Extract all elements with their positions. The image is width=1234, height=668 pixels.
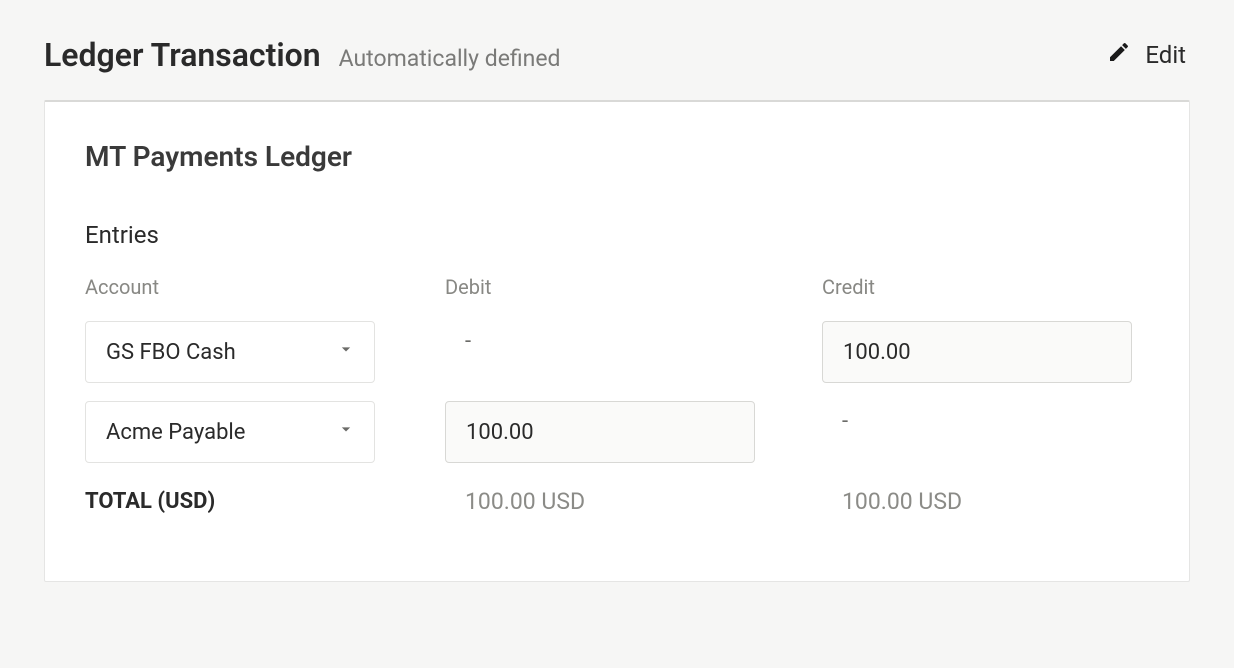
debit-input-value: 100.00	[466, 420, 534, 445]
chevron-down-icon	[336, 419, 356, 445]
edit-button-label: Edit	[1145, 41, 1186, 69]
account-select[interactable]: Acme Payable	[85, 401, 375, 463]
debit-input[interactable]: 100.00	[445, 401, 755, 463]
page-subtitle: Automatically defined	[339, 45, 561, 72]
credit-input[interactable]: 100.00	[822, 321, 1132, 383]
edit-button[interactable]: Edit	[1107, 40, 1190, 70]
column-header-account: Account	[85, 275, 395, 321]
credit-input-value: 100.00	[843, 340, 911, 365]
chevron-down-icon	[336, 339, 356, 365]
header: Ledger Transaction Automatically defined…	[0, 0, 1234, 100]
account-select[interactable]: GS FBO Cash	[85, 321, 375, 383]
entries-title: Entries	[85, 221, 1149, 249]
debit-value: -	[445, 321, 471, 354]
card-title: MT Payments Ledger	[85, 140, 1149, 173]
account-select-value: GS FBO Cash	[106, 340, 236, 365]
total-credit: 100.00 USD	[822, 488, 962, 515]
total-debit: 100.00 USD	[445, 488, 585, 515]
pencil-icon	[1107, 40, 1131, 70]
total-label: TOTAL (USD)	[85, 489, 215, 514]
page-title: Ledger Transaction	[44, 36, 321, 74]
ledger-card: MT Payments Ledger Entries Account Debit…	[44, 100, 1190, 582]
header-left: Ledger Transaction Automatically defined	[44, 36, 561, 74]
column-header-debit: Debit	[445, 275, 772, 321]
column-header-credit: Credit	[822, 275, 1149, 321]
account-select-value: Acme Payable	[106, 420, 245, 445]
credit-value: -	[822, 401, 848, 434]
